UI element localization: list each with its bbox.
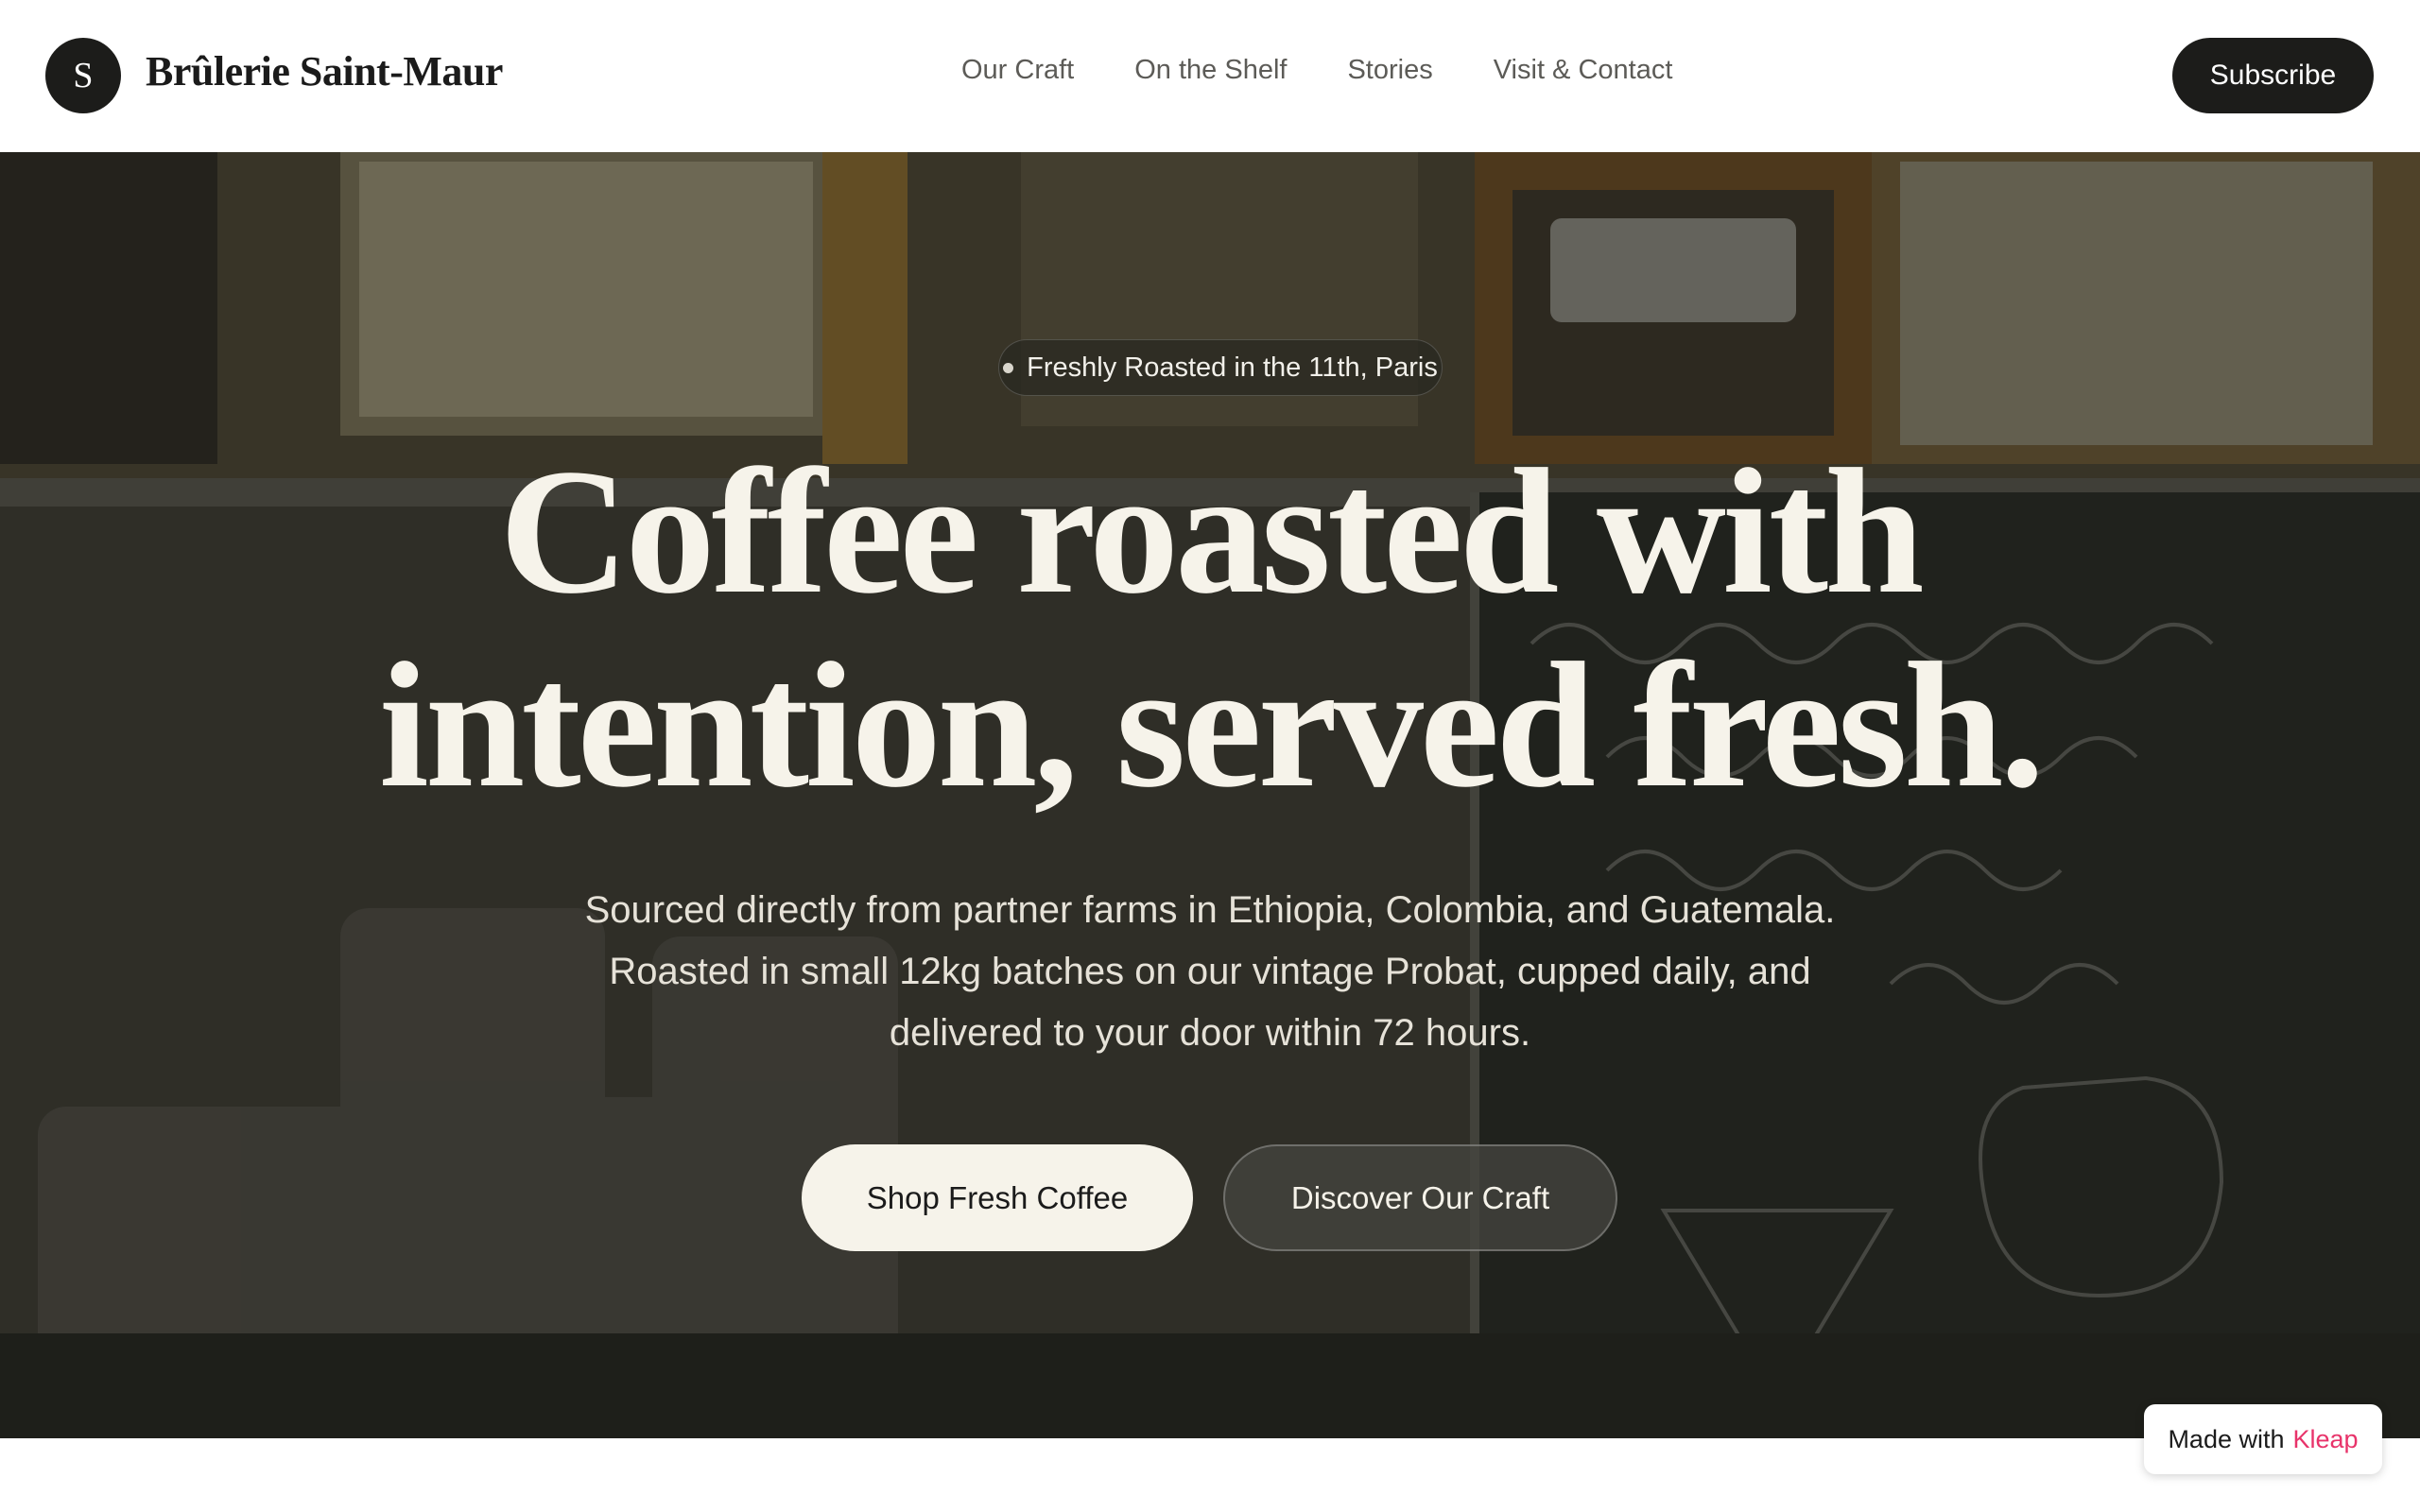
hero-title: Coffee roasted with intention, served fr… bbox=[265, 436, 2155, 823]
nav-item-stories[interactable]: Stories bbox=[1347, 55, 1432, 86]
discover-our-craft-button[interactable]: Discover Our Craft bbox=[1223, 1144, 1617, 1251]
made-with-kleap-badge[interactable]: Made with Kleap bbox=[2144, 1404, 2382, 1474]
logo-letter: S bbox=[73, 56, 94, 95]
hero-section: Freshly Roasted in the 11th, Paris Coffe… bbox=[0, 152, 2420, 1438]
shop-fresh-coffee-button[interactable]: Shop Fresh Coffee bbox=[802, 1144, 1193, 1251]
site-header: S Brûlerie Saint-Maur Our Craft On the S… bbox=[0, 0, 2420, 152]
made-with-prefix: Made with bbox=[2168, 1424, 2285, 1453]
nav-item-visit-contact[interactable]: Visit & Contact bbox=[1494, 55, 1673, 86]
location-badge: Freshly Roasted in the 11th, Paris bbox=[998, 339, 1443, 396]
hero-title-line-2: intention, served fresh. bbox=[378, 627, 2045, 825]
badge-text: Freshly Roasted in the 11th, Paris bbox=[1027, 352, 1438, 383]
nav-item-our-craft[interactable]: Our Craft bbox=[961, 55, 1074, 86]
hero-title-line-1: Coffee roasted with bbox=[499, 433, 1924, 631]
badge-dot-icon bbox=[1003, 362, 1014, 373]
hero-subtitle: Sourced directly from partner farms in E… bbox=[584, 889, 1836, 1054]
subscribe-button[interactable]: Subscribe bbox=[2172, 38, 2374, 113]
nav-item-on-the-shelf[interactable]: On the Shelf bbox=[1134, 55, 1287, 86]
kleap-brand: Kleap bbox=[2292, 1424, 2359, 1453]
brand-name[interactable]: Brûlerie Saint-Maur bbox=[146, 47, 503, 95]
main-nav: Our Craft On the Shelf Stories Visit & C… bbox=[961, 55, 1672, 86]
logo-mark[interactable]: S bbox=[45, 38, 121, 113]
